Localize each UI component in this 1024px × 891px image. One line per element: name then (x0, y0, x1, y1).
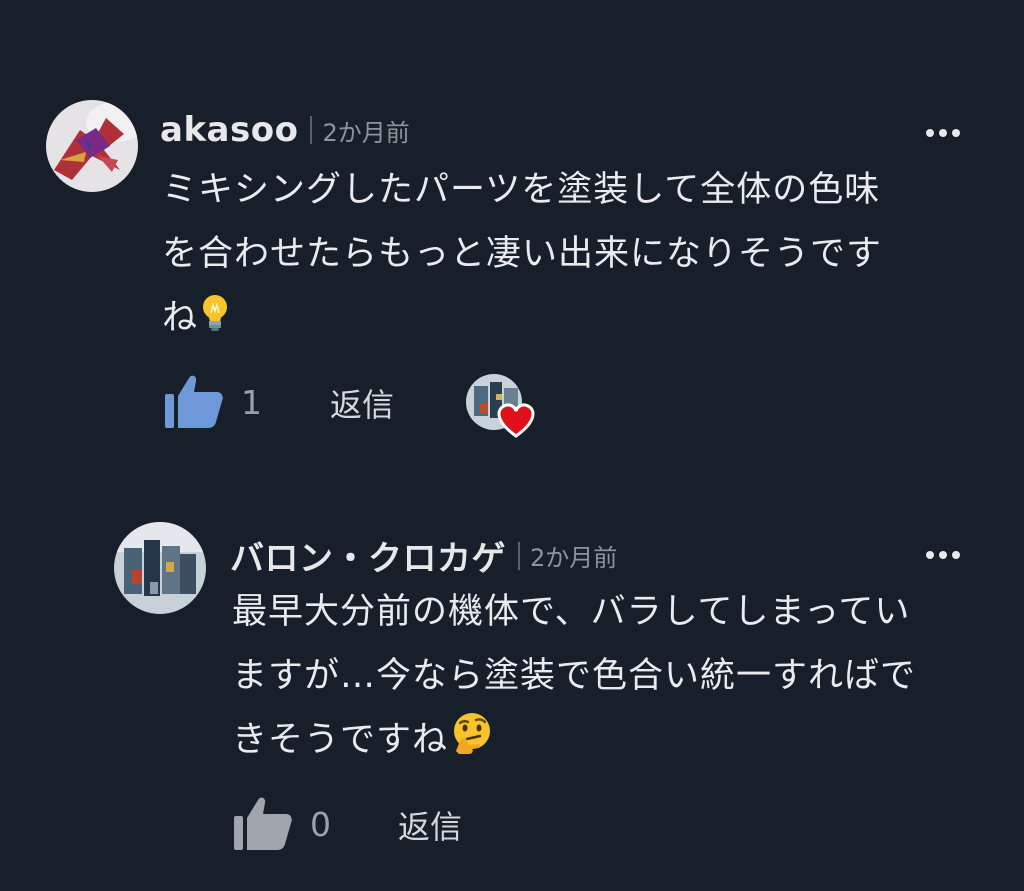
timestamp: 2か月前 (322, 118, 410, 147)
comment-header: バロン・クロカゲ 2か月前 (230, 531, 617, 580)
thumbs-up-icon (165, 372, 223, 432)
thumbs-up-icon (234, 794, 292, 854)
comment-body: ミキシングしたパーツを塗装して全体の色味 を合わせたらもっと凄い出来になりそうで… (162, 158, 882, 354)
like-button[interactable]: 0 (234, 794, 331, 854)
comment-line: 最早大分前の機体で、バラしてしまってい (232, 592, 911, 632)
divider (518, 541, 520, 570)
comment-thread: akasoo 2か月前 ミキシングしたパーツを塗装して全体の色味 を合わせたらも… (0, 0, 1024, 891)
comment-body: 最早大分前の機体で、バラしてしまってい ますが…今なら塗装で色合い統一すればで … (232, 580, 916, 776)
dot (926, 551, 934, 559)
dot (952, 129, 960, 137)
comment-actions: 0 (234, 794, 331, 854)
reply-button[interactable]: 返信 (330, 380, 394, 426)
more-options-button[interactable] (926, 129, 960, 137)
avatar[interactable] (46, 100, 138, 192)
comment-line-last: きそうですね (232, 708, 916, 776)
dot (952, 551, 960, 559)
reply-button[interactable]: 返信 (398, 802, 462, 848)
divider (310, 116, 313, 144)
comment-line: ますが…今なら塗装で色合い統一すればで (232, 656, 917, 696)
creator-heart-badge (466, 374, 542, 440)
username[interactable]: バロン・クロカゲ (230, 531, 506, 580)
comment-line: ミキシングしたパーツを塗装して全体の色味 (162, 170, 881, 210)
like-count: 0 (310, 804, 331, 844)
light-bulb-icon (200, 290, 230, 354)
comment-line-last: ね (162, 286, 882, 354)
creator-avatar-icon (466, 374, 535, 438)
comment-header: akasoo 2か月前 (160, 110, 410, 150)
thinking-face-icon (450, 711, 494, 776)
comment-line: きそうですね (232, 720, 449, 760)
username[interactable]: akasoo (160, 110, 298, 150)
timestamp: 2か月前 (530, 544, 618, 572)
dot (939, 551, 947, 559)
comment-actions: 1 (165, 372, 262, 432)
like-button[interactable]: 1 (165, 372, 262, 432)
dot (926, 129, 934, 137)
dot (939, 129, 947, 137)
heart-icon (497, 403, 535, 438)
more-options-button[interactable] (926, 551, 960, 559)
comment-line: ね (162, 298, 199, 338)
avatar[interactable] (114, 522, 206, 614)
comment-line: を合わせたらもっと凄い出来になりそうです (162, 234, 883, 274)
like-count: 1 (241, 382, 262, 422)
